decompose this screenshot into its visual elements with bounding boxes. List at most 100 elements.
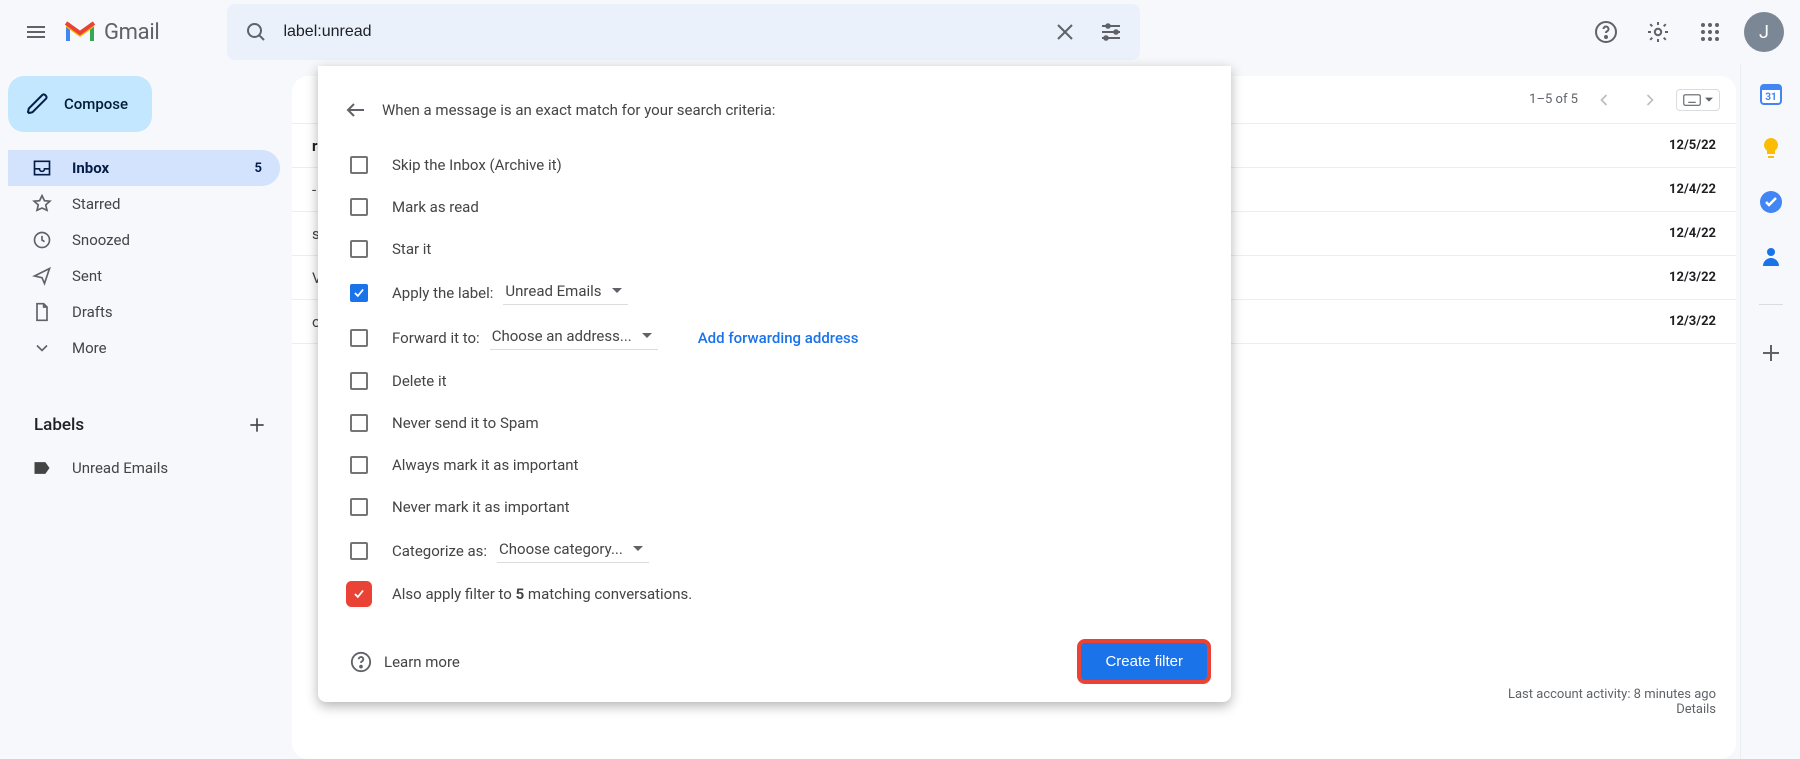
email-date: 12/4/22 xyxy=(1669,226,1716,241)
search-options-button[interactable] xyxy=(1088,9,1134,55)
google-apps-button[interactable] xyxy=(1686,8,1734,56)
forward-placeholder: Choose an address... xyxy=(492,327,632,345)
hamburger-icon xyxy=(24,20,48,44)
account-avatar[interactable]: J xyxy=(1744,12,1784,52)
label-unread-emails[interactable]: Unread Emails xyxy=(8,450,280,486)
labels-heading: Labels xyxy=(34,415,84,435)
gmail-icon xyxy=(64,20,96,44)
search-button[interactable] xyxy=(233,9,279,55)
calendar-app-button[interactable]: 31 xyxy=(1759,82,1783,106)
checkbox-never-important[interactable] xyxy=(350,498,368,516)
nav-sent[interactable]: Sent xyxy=(8,258,280,294)
categorize-select[interactable]: Choose category... xyxy=(497,538,649,563)
create-filter-button[interactable]: Create filter xyxy=(1081,643,1207,680)
nav-label: Inbox xyxy=(72,159,109,177)
email-date: 12/5/22 xyxy=(1669,138,1716,153)
chevron-left-icon xyxy=(1594,90,1614,110)
tasks-app-button[interactable] xyxy=(1759,190,1783,214)
page-range: 1–5 of 5 xyxy=(1529,92,1578,107)
nav-starred[interactable]: Starred xyxy=(8,186,280,222)
contacts-icon xyxy=(1759,244,1783,268)
get-addons-button[interactable] xyxy=(1759,341,1783,365)
nav-inbox[interactable]: Inbox 5 xyxy=(8,150,280,186)
checkbox-always-important[interactable] xyxy=(350,456,368,474)
compose-button[interactable]: Compose xyxy=(8,76,152,132)
label-never-important: Never mark it as important xyxy=(392,498,570,516)
search-input[interactable] xyxy=(279,23,1042,41)
add-label-button[interactable] xyxy=(240,408,274,442)
email-date: 12/3/22 xyxy=(1669,314,1716,329)
nav-count: 5 xyxy=(255,161,262,176)
details-link[interactable]: Details xyxy=(1508,702,1716,717)
send-icon xyxy=(32,266,52,286)
support-button[interactable] xyxy=(1582,8,1630,56)
nav-more[interactable]: More xyxy=(8,330,280,366)
filter-prompt: When a message is an exact match for you… xyxy=(382,101,775,119)
checkbox-skip-inbox[interactable] xyxy=(350,156,368,174)
svg-text:31: 31 xyxy=(1765,92,1776,103)
pencil-icon xyxy=(26,92,50,116)
learn-more-link[interactable]: Learn more xyxy=(350,651,460,673)
checkbox-apply-label[interactable] xyxy=(350,284,368,302)
plus-icon xyxy=(1759,341,1783,365)
back-button[interactable] xyxy=(336,90,376,130)
input-method-button[interactable] xyxy=(1676,89,1720,111)
calendar-icon: 31 xyxy=(1759,82,1783,106)
checkbox-forward[interactable] xyxy=(350,329,368,347)
file-icon xyxy=(32,302,52,322)
plus-icon xyxy=(247,415,267,435)
label-categorize: Categorize as: xyxy=(392,542,487,560)
settings-button[interactable] xyxy=(1634,8,1682,56)
search-bar xyxy=(227,4,1140,60)
newer-button[interactable] xyxy=(1584,80,1624,120)
tasks-icon xyxy=(1759,190,1783,214)
keep-app-button[interactable] xyxy=(1759,136,1783,160)
caret-down-icon xyxy=(1705,96,1713,104)
tune-icon xyxy=(1099,20,1123,44)
checkbox-mark-read[interactable] xyxy=(350,198,368,216)
clear-search-button[interactable] xyxy=(1042,9,1088,55)
checkbox-delete-it[interactable] xyxy=(350,372,368,390)
close-icon xyxy=(1053,20,1077,44)
gear-icon xyxy=(1646,20,1670,44)
label-never-spam: Never send it to Spam xyxy=(392,414,539,432)
label-also-apply: Also apply filter to 5 matching conversa… xyxy=(392,585,692,603)
search-icon xyxy=(244,20,268,44)
contacts-app-button[interactable] xyxy=(1759,244,1783,268)
keep-icon xyxy=(1759,136,1783,160)
email-date: 12/4/22 xyxy=(1669,182,1716,197)
label-always-important: Always mark it as important xyxy=(392,456,578,474)
checkbox-never-spam[interactable] xyxy=(350,414,368,432)
avatar-initial: J xyxy=(1759,22,1769,43)
keyboard-icon xyxy=(1683,93,1701,107)
label-apply-label: Apply the label: xyxy=(392,284,493,302)
checkbox-star-it[interactable] xyxy=(350,240,368,258)
gmail-logo[interactable]: Gmail xyxy=(64,20,159,45)
nav-label: Drafts xyxy=(72,303,113,321)
nav-snoozed[interactable]: Snoozed xyxy=(8,222,280,258)
label-icon xyxy=(32,458,52,478)
checkbox-categorize[interactable] xyxy=(350,542,368,560)
nav-label: Snoozed xyxy=(72,231,130,249)
label-mark-read: Mark as read xyxy=(392,198,479,216)
chevron-down-icon xyxy=(32,338,52,358)
forward-address-select[interactable]: Choose an address... xyxy=(490,325,658,350)
add-forwarding-address-link[interactable]: Add forwarding address xyxy=(698,329,859,347)
apply-label-select[interactable]: Unread Emails xyxy=(503,280,627,305)
label-skip-inbox: Skip the Inbox (Archive it) xyxy=(392,156,562,174)
nav-label: More xyxy=(72,339,107,357)
label-text: Unread Emails xyxy=(72,459,168,477)
chevron-right-icon xyxy=(1640,90,1660,110)
caret-down-icon xyxy=(633,544,643,554)
checkbox-also-apply[interactable] xyxy=(350,585,368,603)
older-button[interactable] xyxy=(1630,80,1670,120)
clock-icon xyxy=(32,230,52,250)
label-star-it: Star it xyxy=(392,240,431,258)
main-menu-button[interactable] xyxy=(12,8,60,56)
help-icon xyxy=(350,651,372,673)
compose-label: Compose xyxy=(64,95,128,113)
nav-drafts[interactable]: Drafts xyxy=(8,294,280,330)
caret-down-icon xyxy=(642,331,652,341)
caret-down-icon xyxy=(612,286,622,296)
apply-label-value: Unread Emails xyxy=(505,282,601,300)
